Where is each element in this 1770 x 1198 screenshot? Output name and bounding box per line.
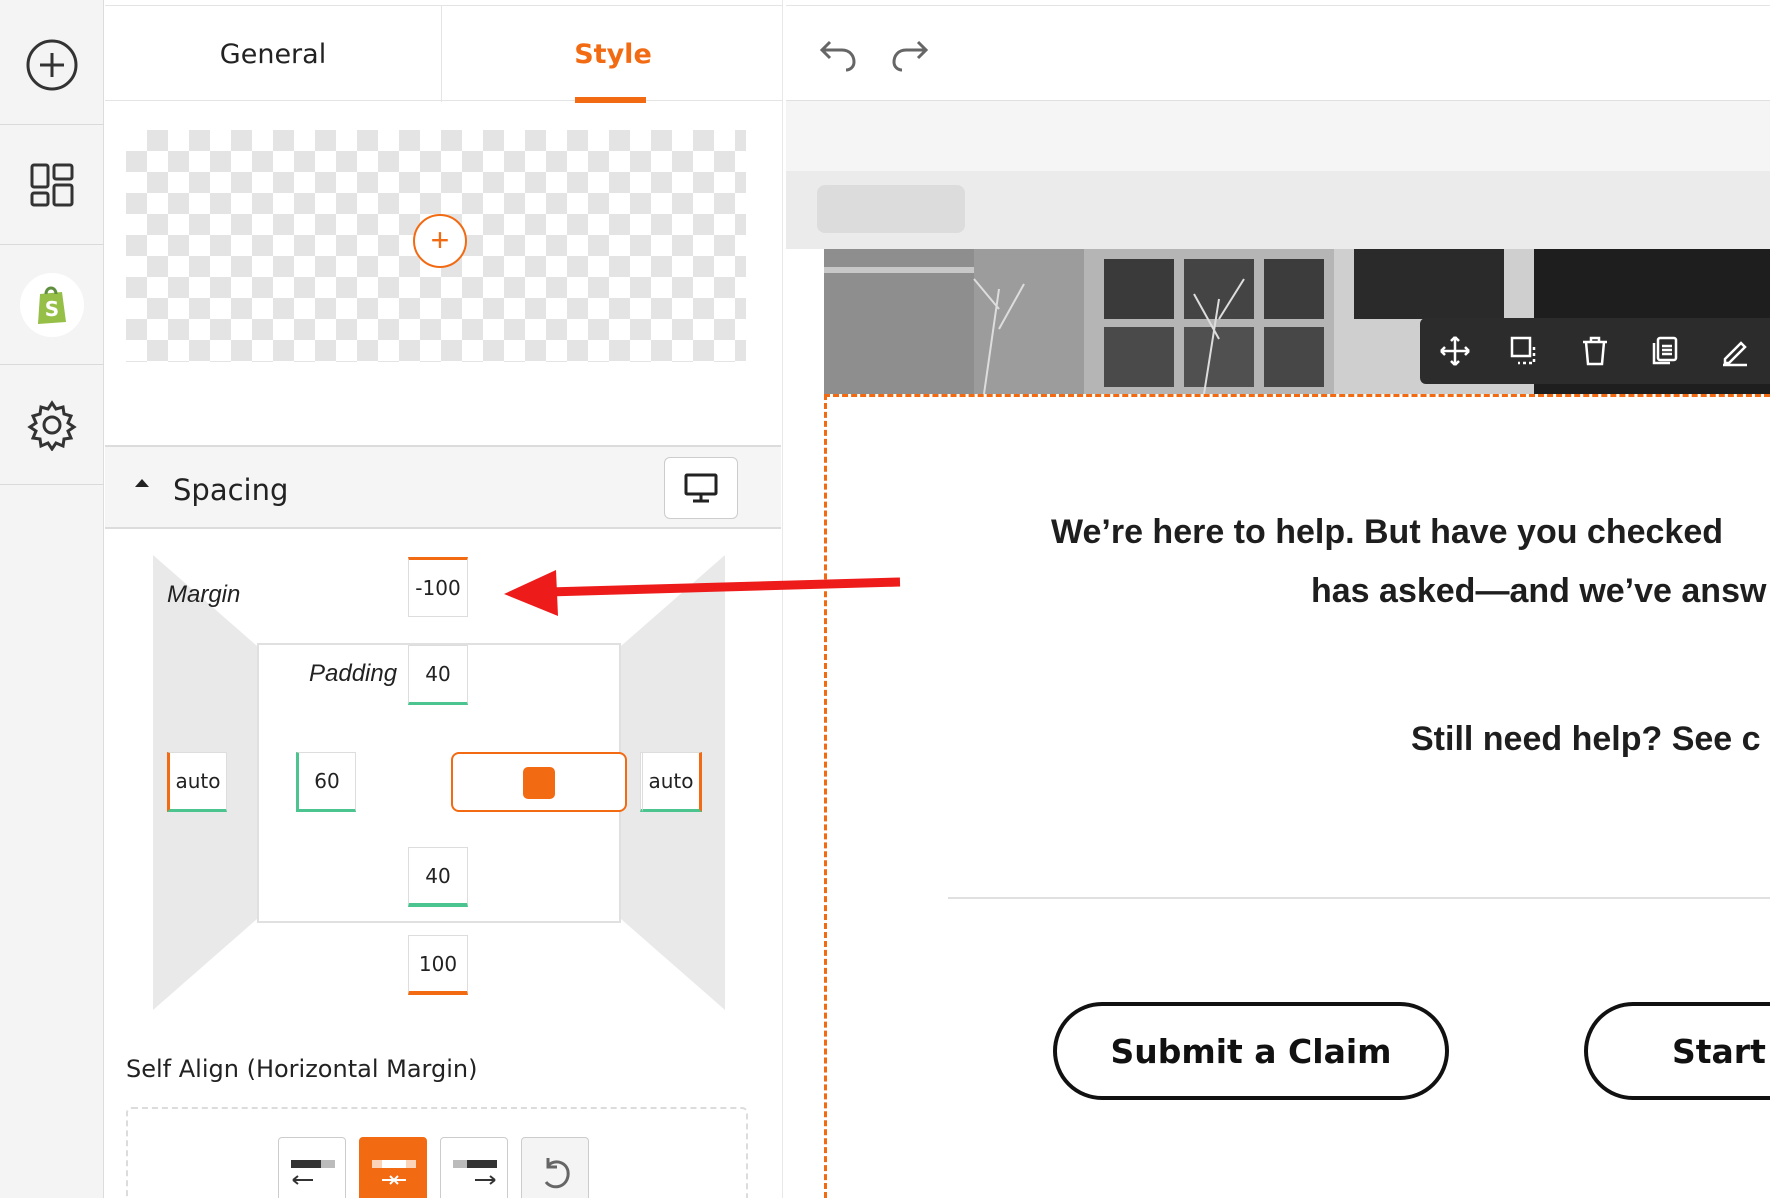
shopify-icon: S — [38, 286, 66, 324]
self-align-label: Self Align (Horizontal Margin) — [126, 1055, 478, 1083]
move-icon — [1440, 336, 1470, 366]
select-parent-button[interactable] — [1490, 318, 1560, 384]
reset-align-button[interactable] — [521, 1137, 589, 1198]
self-align-options — [126, 1107, 748, 1198]
settings-panel: General Style + Spacing Margin Padding -… — [105, 0, 783, 1198]
padding-label: Padding — [309, 660, 398, 687]
pencil-icon — [1723, 341, 1747, 367]
element-toolbar — [1420, 318, 1770, 384]
align-center-button[interactable] — [359, 1137, 427, 1198]
spacing-section-header[interactable]: Spacing — [105, 445, 781, 529]
help-subline: Still need help? See c — [1411, 720, 1761, 758]
redo-button[interactable] — [886, 30, 934, 78]
desktop-icon — [684, 473, 718, 503]
layout-grid-icon — [30, 163, 74, 206]
start-button[interactable]: Start a — [1584, 1002, 1770, 1100]
shopify-button[interactable]: S — [0, 245, 104, 365]
editor-canvas: We’re here to help. But have you checked… — [786, 0, 1770, 1198]
align-left-button[interactable] — [278, 1137, 346, 1198]
app-root: S General Style + Spacing Margin Padding… — [0, 0, 1770, 1198]
add-circle-icon — [26, 39, 78, 90]
select-parent-icon — [1510, 336, 1536, 365]
align-right-icon — [453, 1160, 497, 1185]
trash-icon — [1583, 336, 1607, 366]
spacing-title: Spacing — [173, 473, 289, 507]
active-tab-indicator — [575, 97, 646, 103]
section-divider — [948, 897, 1770, 899]
add-image-button[interactable]: + — [413, 214, 467, 268]
element-preview-box — [451, 752, 627, 812]
margin-left-input[interactable]: auto — [167, 752, 227, 812]
icon-rail: S — [0, 0, 104, 1198]
padding-bottom-input[interactable]: 40 — [408, 847, 468, 907]
element-preview-dot — [523, 767, 555, 799]
svg-text:S: S — [45, 297, 59, 321]
edit-button[interactable] — [1700, 318, 1770, 384]
align-right-button[interactable] — [440, 1137, 508, 1198]
submit-claim-button[interactable]: Submit a Claim — [1053, 1002, 1449, 1100]
align-center-icon — [372, 1160, 416, 1185]
collapse-caret-icon[interactable] — [135, 479, 149, 487]
canvas-toolbar — [786, 5, 1770, 101]
tab-general[interactable]: General — [105, 6, 442, 102]
gear-icon — [27, 399, 77, 451]
undo-button[interactable] — [814, 30, 862, 78]
background-image-dropzone[interactable]: + — [126, 130, 746, 362]
margin-bottom-input[interactable]: 100 — [408, 935, 468, 995]
margin-right-input[interactable]: auto — [642, 752, 702, 812]
delete-button[interactable] — [1560, 318, 1630, 384]
canvas-header-bar — [786, 171, 1770, 249]
duplicate-icon — [1652, 336, 1678, 365]
help-headline-line2: has asked—and we’ve answ — [1311, 572, 1767, 610]
padding-left-input[interactable]: 60 — [296, 752, 356, 812]
padding-top-input[interactable]: 40 — [408, 645, 468, 705]
reset-icon — [544, 1158, 570, 1189]
duplicate-button[interactable] — [1630, 318, 1700, 384]
move-button[interactable] — [1420, 318, 1490, 384]
tab-style[interactable]: Style — [443, 6, 782, 102]
undo-icon — [819, 40, 856, 72]
panel-tabs: General Style — [105, 5, 782, 103]
layout-button[interactable] — [0, 125, 104, 245]
align-left-icon — [291, 1160, 335, 1185]
spacing-box-model: Margin Padding -100 40 auto 60 60 auto 4… — [153, 555, 725, 1010]
redo-icon — [892, 40, 929, 72]
margin-label: Margin — [167, 581, 241, 608]
header-placeholder — [817, 185, 965, 233]
canvas-gutter — [786, 101, 1770, 171]
settings-button[interactable] — [0, 365, 104, 485]
margin-top-input[interactable]: -100 — [408, 557, 468, 617]
device-toggle-button[interactable] — [664, 457, 738, 519]
add-element-button[interactable] — [0, 5, 104, 125]
help-headline-line1: We’re here to help. But have you checked — [1051, 513, 1724, 551]
